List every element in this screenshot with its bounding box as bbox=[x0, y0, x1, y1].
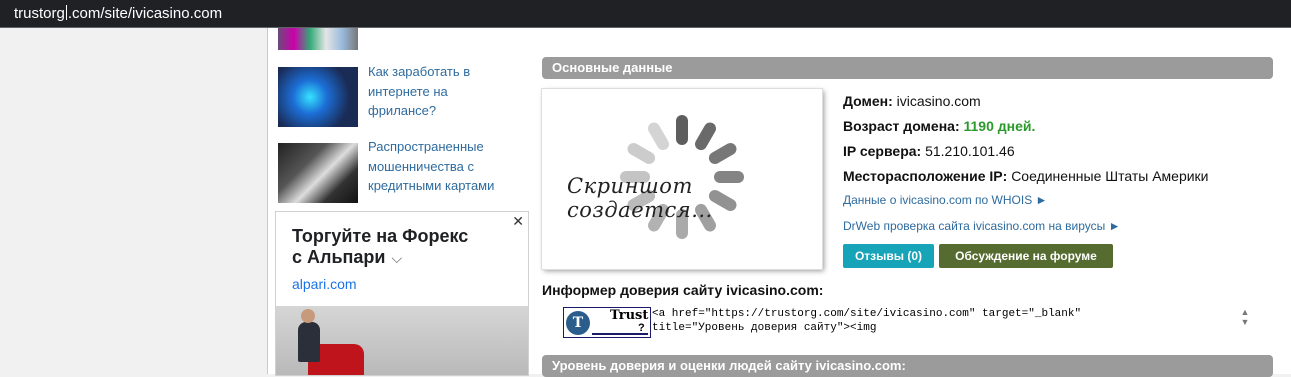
domain-age-label: Возраст домена: bbox=[843, 118, 960, 134]
informer-code-textarea[interactable]: <a href="https://trustorg.com/site/ivica… bbox=[652, 307, 1252, 337]
ad-image-head bbox=[301, 309, 315, 323]
ad-image[interactable] bbox=[276, 306, 528, 375]
article-thumbnail-freelance[interactable] bbox=[278, 67, 358, 127]
article-title-line[interactable]: фрилансе? bbox=[368, 101, 518, 121]
code-line[interactable]: <a href="https://trustorg.com/site/ivica… bbox=[652, 307, 1252, 321]
server-ip-row: IP сервера: 51.210.101.46 bbox=[843, 143, 1015, 159]
article-title-line[interactable]: кредитными картами bbox=[368, 176, 518, 196]
whois-link[interactable]: Данные о ivicasino.com по WHOIS ► bbox=[843, 193, 1047, 207]
trust-informer-badge[interactable]: T Trust ? bbox=[563, 307, 651, 338]
ad-url[interactable]: alpari.com bbox=[292, 276, 357, 292]
sidebar-article-freelance[interactable]: Как заработать в интернете на фрилансе? bbox=[368, 62, 518, 121]
ad-close-icon[interactable]: ✕ bbox=[512, 213, 524, 230]
drweb-virus-check-link[interactable]: DrWeb проверка сайта ivicasino.com на ви… bbox=[843, 219, 1120, 233]
article-thumbnail-fraud[interactable] bbox=[278, 143, 358, 203]
advertisement[interactable]: ✕ Торгуйте на Форекс с Альпари ⌵ alpari.c… bbox=[275, 211, 529, 376]
address-url[interactable]: trustorg .com/site/ivicasino.com bbox=[14, 5, 222, 22]
textarea-scroll-icon[interactable]: ▲ ▼ bbox=[1238, 307, 1252, 335]
domain-age-row: Возраст домена: 1190 дней. bbox=[843, 118, 1035, 134]
article-title-line[interactable]: Распространенные bbox=[368, 137, 518, 157]
domain-value: ivicasino.com bbox=[896, 93, 981, 109]
ip-location-label: Месторасположение IP: bbox=[843, 168, 1008, 184]
server-ip-value: 51.210.101.46 bbox=[925, 143, 1015, 159]
domain-label: Домен: bbox=[843, 93, 893, 109]
trust-informer-title: Информер доверия сайту ivicasino.com: bbox=[542, 282, 824, 298]
article-title-line[interactable]: мошенничества с bbox=[368, 157, 518, 177]
ad-title-line[interactable]: с Альпари bbox=[292, 247, 385, 267]
reviews-button[interactable]: Отзывы (0) bbox=[843, 244, 934, 268]
ad-title-line[interactable]: Торгуйте на Форекс bbox=[292, 226, 492, 247]
url-part-2: .com/site/ivicasino.com bbox=[67, 5, 223, 22]
domain-age-value: 1190 дней. bbox=[963, 118, 1036, 134]
article-title-line[interactable]: Как заработать в bbox=[368, 62, 518, 82]
ip-location-value: Соединенные Штаты Америки bbox=[1011, 168, 1209, 184]
ip-location-row: Месторасположение IP: Соединенные Штаты … bbox=[843, 168, 1209, 184]
server-ip-label: IP сервера: bbox=[843, 143, 922, 159]
trust-logo-word: Trust bbox=[610, 308, 649, 323]
screenshot-caption: Скриншот создается... bbox=[567, 174, 713, 222]
section-title-main-data: Основные данные bbox=[542, 57, 1273, 79]
forum-discussion-button[interactable]: Обсуждение на форуме bbox=[939, 244, 1113, 268]
site-screenshot-placeholder: Скриншот создается... bbox=[542, 89, 822, 269]
article-title-line[interactable]: интернете на bbox=[368, 82, 518, 102]
ad-image-person bbox=[298, 322, 320, 362]
chevron-down-icon[interactable]: ⌵ bbox=[391, 250, 402, 266]
ad-title[interactable]: Торгуйте на Форекс с Альпари ⌵ bbox=[292, 226, 492, 269]
article-thumbnail-top[interactable] bbox=[278, 28, 358, 50]
code-line[interactable]: title="Уровень доверия сайту"><img bbox=[652, 321, 1252, 335]
text-caret bbox=[65, 5, 67, 20]
sidebar-article-fraud[interactable]: Распространенные мошенничества с кредитн… bbox=[368, 137, 518, 196]
trust-logo-icon: T bbox=[566, 311, 590, 335]
domain-row: Домен: ivicasino.com bbox=[843, 93, 981, 109]
url-part-1: trustorg bbox=[14, 5, 65, 22]
address-bar[interactable]: trustorg .com/site/ivicasino.com bbox=[0, 0, 1291, 27]
trust-logo-underline bbox=[592, 333, 648, 335]
